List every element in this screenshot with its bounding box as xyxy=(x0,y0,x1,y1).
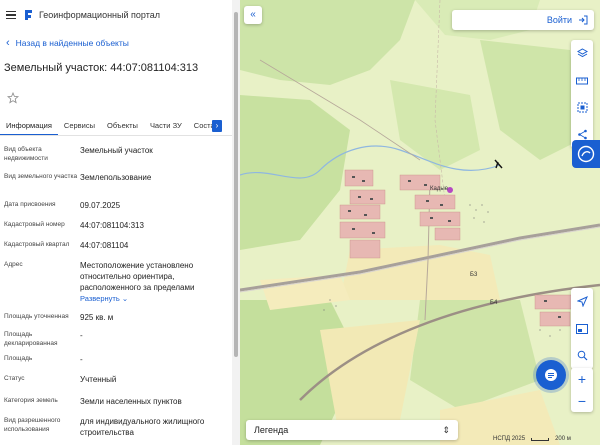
chevron-left-icon: ‹ xyxy=(6,37,10,49)
scale-label: 200 м xyxy=(555,436,571,442)
attr-label: Адрес xyxy=(4,261,23,268)
attr-row: Площадь - xyxy=(0,354,240,374)
zoom-controls: + − xyxy=(571,368,593,412)
attr-row: Вид разрешенного использования для индив… xyxy=(0,416,240,442)
map-toggle-icon[interactable] xyxy=(571,315,593,342)
attr-row: Статус Учтенный xyxy=(0,374,240,396)
expand-label: Развернуть xyxy=(80,294,120,303)
attr-row: Кадастровый номер 44:07:081104:313 xyxy=(0,220,240,240)
attr-label: Дата присвоения xyxy=(4,201,56,208)
attr-value: Учтенный xyxy=(80,375,117,384)
attr-value: - xyxy=(80,331,83,340)
attr-row: Вид земельного участка Землепользование xyxy=(0,172,240,200)
attr-label: Кадастровый квартал xyxy=(4,241,70,248)
zoom-out-button[interactable]: − xyxy=(571,390,593,412)
search-location-icon[interactable] xyxy=(571,342,593,369)
map-view[interactable]: Кадые Б3 Б4 « Войти + − Легенда ⇕ НСПД 2… xyxy=(240,0,600,445)
login-button[interactable]: Войти xyxy=(452,10,594,30)
attr-label: Вид разрешенного использования xyxy=(4,417,61,433)
chat-button[interactable] xyxy=(536,360,566,390)
attr-label: Категория земель xyxy=(4,397,58,404)
top-bar: Геоинформационный портал xyxy=(0,0,240,30)
attr-value: 44:07:081104:313 xyxy=(80,221,144,230)
attr-label: Кадастровый номер xyxy=(4,221,65,228)
attribution-text: НСПД 2025 xyxy=(493,436,526,442)
attr-label: Статус xyxy=(4,375,25,382)
chevron-updown-icon: ⇕ xyxy=(442,424,450,435)
map-label-b4: Б4 xyxy=(490,300,498,306)
collapse-panel-button[interactable]: « xyxy=(244,6,262,24)
attr-value: Земли населенных пунктов xyxy=(80,397,182,406)
attr-label: Площадь xyxy=(4,355,33,362)
tab-parts[interactable]: Части ЗУ xyxy=(144,116,188,135)
scrollbar-thumb[interactable] xyxy=(234,12,238,357)
star-icon[interactable] xyxy=(6,91,20,104)
info-panel: Геоинформационный портал ‹ Назад в найде… xyxy=(0,0,240,445)
attr-row: Дата присвоения 09.07.2025 xyxy=(0,200,240,220)
attr-row: Кадастровый квартал 44:07:081104 xyxy=(0,240,240,260)
tab-services[interactable]: Сервисы xyxy=(58,116,101,135)
legend-select[interactable]: Легенда ⇕ xyxy=(246,420,458,440)
select-area-icon[interactable] xyxy=(571,94,593,121)
attr-row: Площадь декларированная - xyxy=(0,328,240,354)
partner-logo-icon[interactable] xyxy=(572,140,600,168)
tabs-scroll-right-icon[interactable]: › xyxy=(212,120,222,132)
attr-value: 925 кв. м xyxy=(80,313,114,322)
map-tools xyxy=(571,40,593,148)
chat-icon xyxy=(545,369,557,381)
brand[interactable]: Геоинформационный портал xyxy=(24,9,160,21)
attr-row: Категория земель Земли населенных пункто… xyxy=(0,396,240,416)
login-label: Войти xyxy=(546,15,572,25)
expand-address-link[interactable]: Развернуть ⌄ xyxy=(80,294,230,303)
attr-row: Вид объекта недвижимости Земельный участ… xyxy=(0,142,240,172)
attr-value: для индивидуального жилищного строительс… xyxy=(80,417,205,437)
navigate-icon[interactable] xyxy=(571,288,593,315)
attr-label: Вид объекта недвижимости xyxy=(4,146,48,162)
map-label-b3: Б3 xyxy=(470,272,478,278)
attr-label: Площадь уточненная xyxy=(4,313,69,320)
attr-label: Площадь декларированная xyxy=(4,331,58,347)
attr-value: 44:07:081104 xyxy=(80,241,129,250)
tab-info[interactable]: Информация xyxy=(0,116,58,135)
map-attribution: НСПД 2025 200 м xyxy=(493,436,571,442)
attributes-list: Вид объекта недвижимости Земельный участ… xyxy=(0,136,240,442)
attr-label: Вид земельного участка xyxy=(4,173,78,180)
portal-logo-icon xyxy=(25,10,32,20)
attr-value: Землепользование xyxy=(80,173,152,182)
legend-label: Легенда xyxy=(254,425,289,435)
login-icon xyxy=(579,15,588,25)
ruler-icon[interactable] xyxy=(571,67,593,94)
menu-icon[interactable] xyxy=(6,11,16,19)
attr-row: Адрес Местоположение установлено относит… xyxy=(0,260,240,312)
chevron-down-icon: ⌄ xyxy=(121,294,129,303)
portal-title: Геоинформационный портал xyxy=(39,10,160,20)
back-to-results-link[interactable]: ‹ Назад в найденные объекты xyxy=(0,30,240,56)
map-tools-secondary xyxy=(571,288,593,369)
scale-bar xyxy=(531,437,550,441)
attr-row: Площадь уточненная 925 кв. м xyxy=(0,312,240,328)
back-link-label: Назад в найденные объекты xyxy=(15,38,129,48)
layers-icon[interactable] xyxy=(571,40,593,67)
scrollbar[interactable] xyxy=(232,0,240,445)
tab-objects[interactable]: Объекты xyxy=(101,116,144,135)
attr-value: Местоположение установлено относительно … xyxy=(80,261,195,292)
attr-value: Земельный участок xyxy=(80,146,153,155)
attr-value: 09.07.2025 xyxy=(80,201,121,210)
object-title: Земельный участок: 44:07:081104:313 xyxy=(4,62,199,74)
settlement-label: Кадые xyxy=(430,186,448,192)
attr-value: - xyxy=(80,355,83,364)
tabs: Информация Сервисы Объекты Части ЗУ Сост… xyxy=(0,116,232,136)
zoom-in-button[interactable]: + xyxy=(571,368,593,390)
